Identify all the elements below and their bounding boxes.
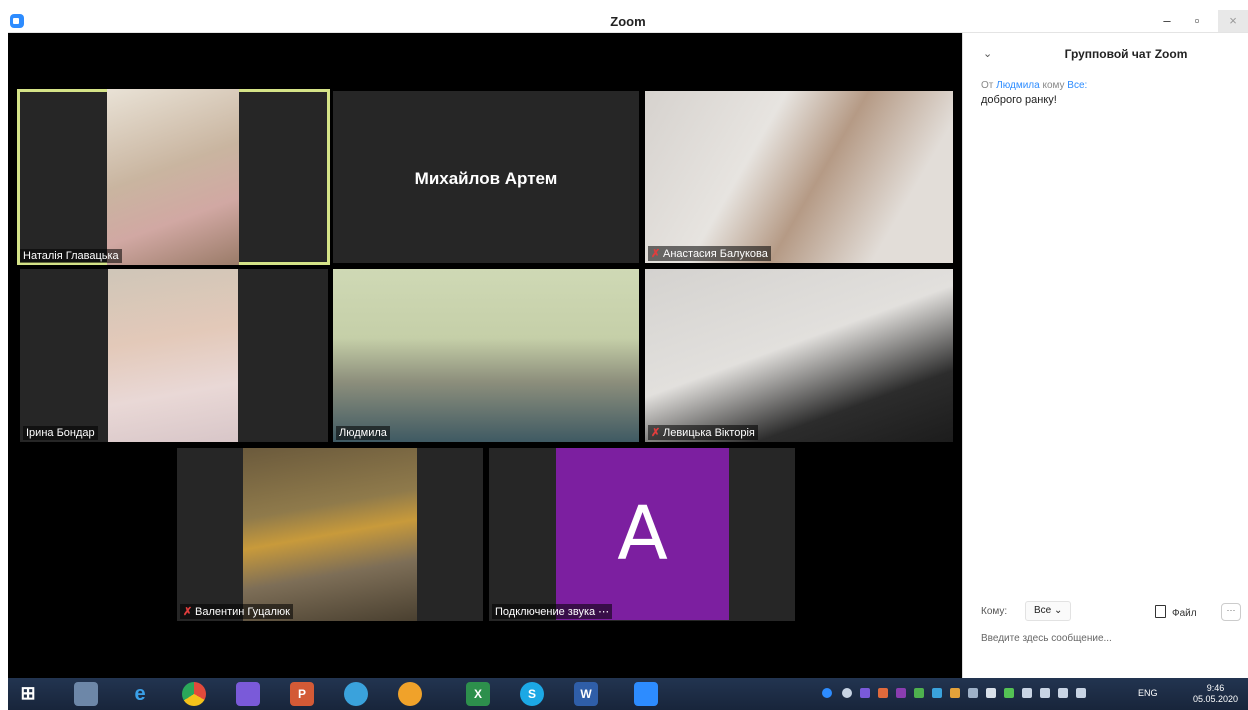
- message-meta: От Людмила кому Все:: [981, 80, 1088, 91]
- file-icon: [1155, 605, 1166, 618]
- powerpoint-icon[interactable]: P: [290, 682, 314, 706]
- video-tile-audio-connecting[interactable]: A Подключение звука ⋯: [489, 448, 795, 621]
- excel-icon[interactable]: X: [466, 682, 490, 706]
- chat-title: Групповой чат Zoom: [1064, 47, 1188, 61]
- message-sender[interactable]: Людмила: [996, 80, 1040, 91]
- participant-name: Подключение звука ⋯: [492, 604, 613, 619]
- viber-icon[interactable]: [236, 682, 260, 706]
- windows-taskbar: ⊞ e P X S W ENG 9:46 05.05.2020: [8, 678, 1248, 710]
- network-tray-icon[interactable]: [968, 688, 978, 698]
- system-clock[interactable]: 9:46 05.05.2020: [1193, 683, 1238, 705]
- video-tile-anastasia[interactable]: ✗ Анастасия Балукова: [645, 91, 953, 263]
- participant-avatar: A: [556, 448, 729, 620]
- tray-app-icon[interactable]: [878, 688, 888, 698]
- tray-app-icon[interactable]: [950, 688, 960, 698]
- battery-tray-icon[interactable]: [1004, 688, 1014, 698]
- camera-feed: [333, 269, 639, 442]
- participant-name: ✗ Валентин Гуцалюк: [180, 604, 293, 619]
- file-button[interactable]: Файл: [1155, 605, 1197, 619]
- tray-app-icon[interactable]: [986, 688, 996, 698]
- video-tile-mykhailov[interactable]: Михайлов Артем: [333, 91, 639, 263]
- muted-mic-icon: ✗: [651, 427, 661, 439]
- zoom-taskbar-icon[interactable]: [634, 682, 658, 706]
- recipient-select[interactable]: Все ⌄: [1025, 601, 1072, 621]
- onenote-tray-icon[interactable]: [896, 688, 906, 698]
- chat-message-input[interactable]: Введите здесь сообщение...: [981, 633, 1112, 644]
- to-label: Кому:: [981, 606, 1008, 617]
- telegram-icon[interactable]: [344, 682, 368, 706]
- video-tile-liudmyla[interactable]: Людмила: [333, 269, 639, 442]
- muted-mic-icon: ✗: [651, 248, 661, 260]
- signal-tray-icon[interactable]: [1040, 688, 1050, 698]
- camera-feed: [107, 89, 239, 265]
- camera-feed: [243, 448, 417, 621]
- camera-feed: [108, 269, 238, 442]
- message-recipient: Все:: [1067, 80, 1088, 91]
- participant-name: Наталія Главацька: [20, 249, 122, 263]
- more-options-button[interactable]: ···: [1221, 603, 1241, 621]
- tray-app-icon[interactable]: [842, 688, 852, 698]
- desktop-app-icon[interactable]: [74, 682, 98, 706]
- chrome-icon[interactable]: [182, 682, 206, 706]
- skype-icon[interactable]: S: [520, 682, 544, 706]
- video-tile-iryna[interactable]: Ірина Бондар: [20, 269, 328, 442]
- video-tile-levytska[interactable]: ✗ Левицька Вікторія: [645, 269, 953, 442]
- tray-app-icon[interactable]: [932, 688, 942, 698]
- language-indicator[interactable]: ENG: [1138, 688, 1158, 698]
- window-title: Zoom: [610, 14, 646, 29]
- camera-feed: [645, 91, 953, 263]
- participant-name: ✗ Левицька Вікторія: [648, 425, 758, 440]
- group-chat-panel: ⌄ Групповой чат Zoom От Людмила кому Все…: [962, 33, 1248, 678]
- participant-name: Ірина Бондар: [23, 426, 98, 440]
- cloud-tray-icon[interactable]: [1076, 688, 1086, 698]
- participant-name: Людмила: [336, 426, 390, 440]
- participant-name: ✗ Анастасия Балукова: [648, 246, 771, 261]
- clock-date: 05.05.2020: [1192, 694, 1238, 704]
- message-text: доброго ранку!: [981, 94, 1057, 106]
- flag-tray-icon[interactable]: [1022, 688, 1032, 698]
- zoom-tray-icon[interactable]: [822, 688, 832, 698]
- maximize-button[interactable]: ▫: [1182, 10, 1212, 32]
- video-gallery: Наталія Главацька Михайлов Артем ✗ Анаста…: [8, 33, 962, 678]
- tray-app-icon[interactable]: [914, 688, 924, 698]
- word-icon[interactable]: W: [574, 682, 598, 706]
- title-bar: Zoom – ▫ ×: [8, 10, 1248, 33]
- windows-start-icon[interactable]: ⊞: [16, 682, 40, 706]
- close-button[interactable]: ×: [1218, 10, 1248, 32]
- minimize-button[interactable]: –: [1152, 10, 1182, 32]
- video-tile-valentyn[interactable]: ✗ Валентин Гуцалюк: [177, 448, 483, 621]
- volume-tray-icon[interactable]: [1058, 688, 1068, 698]
- viber-tray-icon[interactable]: [860, 688, 870, 698]
- chevron-down-icon: ⌄: [1054, 605, 1063, 616]
- camera-feed: [645, 269, 953, 442]
- video-tile-natalia[interactable]: Наталія Главацька: [17, 89, 330, 265]
- clock-time: 9:46: [1206, 683, 1225, 693]
- settings-gear-icon[interactable]: [398, 682, 422, 706]
- internet-explorer-icon[interactable]: e: [128, 682, 152, 706]
- muted-mic-icon: ✗: [183, 606, 193, 618]
- document-strip: [0, 0, 1248, 10]
- participant-name-large: Михайлов Артем: [414, 169, 558, 188]
